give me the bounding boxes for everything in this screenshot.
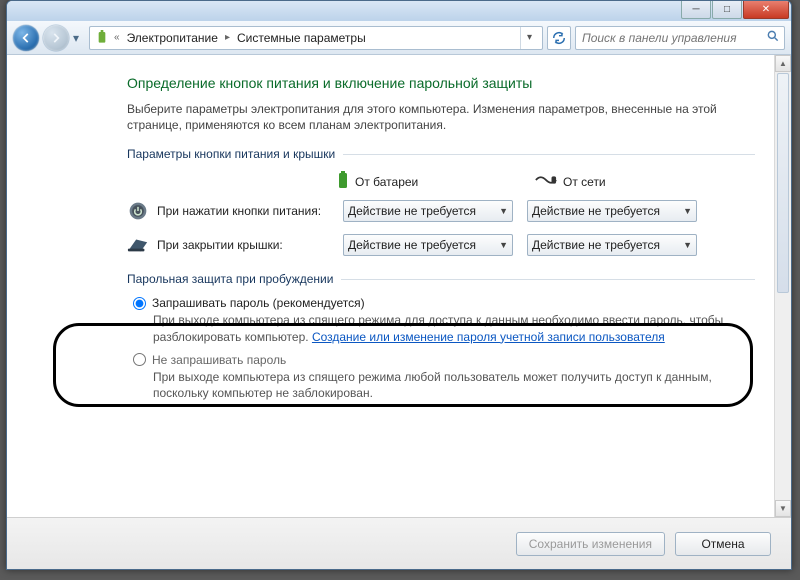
page-title: Определение кнопок питания и включение п… xyxy=(127,75,755,91)
cancel-button[interactable]: Отмена xyxy=(675,532,771,556)
combo-power-button-battery[interactable]: Действие не требуется▼ xyxy=(343,200,513,222)
scroll-down-icon[interactable]: ▼ xyxy=(775,500,791,517)
row-power-button: При нажатии кнопки питания: Действие не … xyxy=(127,200,755,222)
close-button[interactable]: ✕ xyxy=(743,1,789,19)
breadcrumb-item-system-settings[interactable]: Системные параметры xyxy=(234,31,369,45)
radio-require-password-label[interactable]: Запрашивать пароль (рекомендуется) xyxy=(152,296,365,310)
laptop-lid-icon xyxy=(127,234,149,256)
battery-icon xyxy=(337,171,349,192)
footer: Сохранить изменения Отмена xyxy=(7,517,791,569)
column-battery: От батареи xyxy=(337,171,475,192)
nav-forward-button[interactable] xyxy=(43,25,69,51)
combo-power-button-ac[interactable]: Действие не требуется▼ xyxy=(527,200,697,222)
vertical-scrollbar[interactable]: ▲ ▼ xyxy=(774,55,791,517)
nav-history-dropdown[interactable]: ▾ xyxy=(73,31,85,45)
refresh-button[interactable] xyxy=(547,26,571,50)
maximize-button[interactable]: □ xyxy=(712,1,742,19)
breadcrumb-sep-icon: « xyxy=(112,32,122,43)
combo-lid-close-battery[interactable]: Действие не требуется▼ xyxy=(343,234,513,256)
chevron-down-icon: ▼ xyxy=(683,206,692,216)
breadcrumb[interactable]: « Электропитание ▸ Системные параметры ▾ xyxy=(89,26,543,50)
group-password-protection: Парольная защита при пробуждении xyxy=(127,272,755,286)
radio-no-password-desc: При выходе компьютера из спящего режима … xyxy=(153,369,755,401)
power-plan-icon xyxy=(94,30,110,46)
group-buttons-lid: Параметры кнопки питания и крышки xyxy=(127,147,755,161)
nav-back-button[interactable] xyxy=(13,25,39,51)
radio-require-password-input[interactable] xyxy=(133,297,146,310)
combo-lid-close-ac[interactable]: Действие не требуется▼ xyxy=(527,234,697,256)
breadcrumb-chevron-icon: ▸ xyxy=(223,32,232,43)
chevron-down-icon: ▼ xyxy=(499,206,508,216)
titlebar[interactable]: ─ □ ✕ xyxy=(7,1,791,21)
column-ac: От сети xyxy=(535,174,673,189)
page-lead: Выберите параметры электропитания для эт… xyxy=(127,101,755,133)
radio-no-password-input[interactable] xyxy=(133,353,146,366)
link-create-change-password[interactable]: Создание или изменение пароля учетной за… xyxy=(312,330,665,344)
search-box[interactable] xyxy=(575,26,785,50)
scroll-up-icon[interactable]: ▲ xyxy=(775,55,791,72)
radio-no-password-label[interactable]: Не запрашивать пароль xyxy=(152,353,286,367)
radio-require-password: Запрашивать пароль (рекомендуется) При в… xyxy=(133,296,755,344)
save-button[interactable]: Сохранить изменения xyxy=(516,532,665,556)
window-frame: ─ □ ✕ ▾ « Электропитание ▸ Системные пар… xyxy=(6,0,792,570)
chevron-down-icon: ▼ xyxy=(499,240,508,250)
scroll-thumb[interactable] xyxy=(777,73,789,293)
navbar: ▾ « Электропитание ▸ Системные параметры… xyxy=(7,21,791,55)
radio-no-password: Не запрашивать пароль При выходе компьют… xyxy=(133,353,755,401)
radio-require-password-desc: При выходе компьютера из спящего режима … xyxy=(153,312,755,344)
plug-icon xyxy=(535,174,557,189)
breadcrumb-dropdown-icon[interactable]: ▾ xyxy=(520,27,538,49)
breadcrumb-item-power[interactable]: Электропитание xyxy=(124,31,221,45)
minimize-button[interactable]: ─ xyxy=(681,1,711,19)
chevron-down-icon: ▼ xyxy=(683,240,692,250)
search-icon[interactable] xyxy=(766,29,780,46)
search-input[interactable] xyxy=(580,30,762,46)
content-area: Определение кнопок питания и включение п… xyxy=(7,55,791,517)
row-lid-close: При закрытии крышки: Действие не требует… xyxy=(127,234,755,256)
power-button-icon xyxy=(127,200,149,222)
